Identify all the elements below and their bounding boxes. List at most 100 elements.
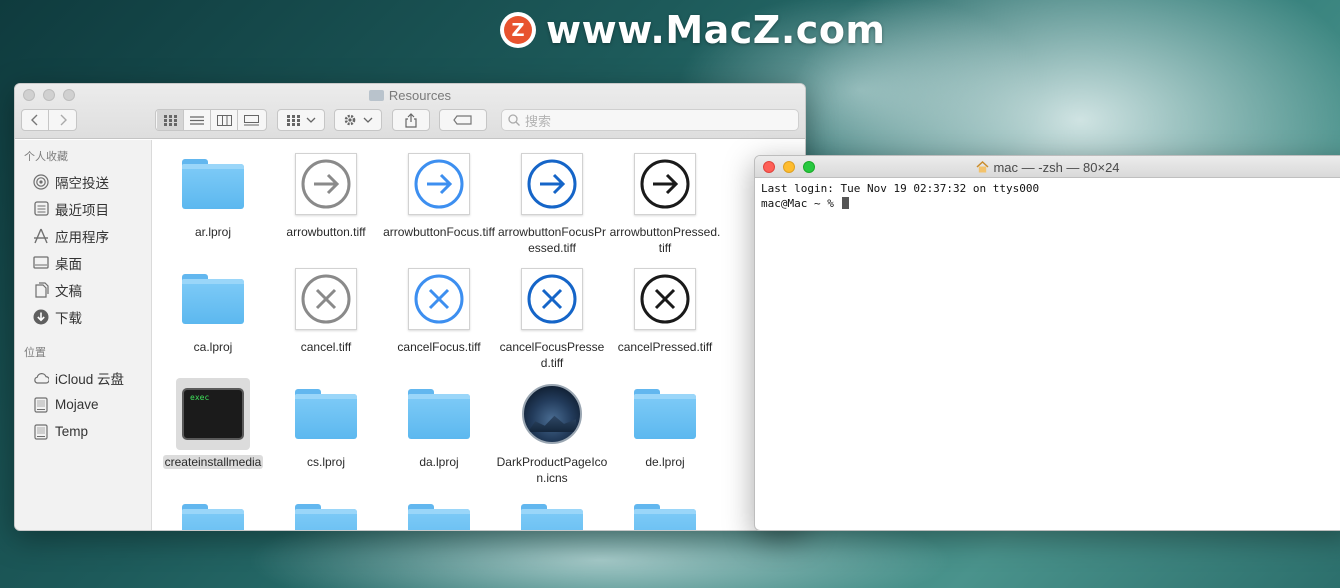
downloads-icon (33, 309, 49, 325)
tags-button[interactable] (439, 109, 487, 131)
sidebar-item-documents[interactable]: 文稿 (15, 276, 151, 303)
macos-mojave-icon (522, 384, 582, 444)
file-item[interactable]: arrowbuttonPressed.tiff (609, 148, 721, 256)
gallery-view-button[interactable] (238, 110, 265, 130)
sidebar-item-downloads[interactable]: 下载 (15, 303, 151, 330)
file-thumbnail (402, 148, 476, 220)
file-thumbnail: exec (176, 378, 250, 450)
folder-icon (368, 90, 384, 101)
sidebar-item-label: 下载 (55, 310, 82, 326)
sidebar-item-label: iCloud 云盘 (55, 371, 125, 387)
share-button[interactable] (392, 109, 430, 131)
file-item[interactable] (609, 493, 721, 530)
cancel-button-icon (408, 268, 470, 330)
file-thumbnail (289, 493, 363, 530)
finder-toolbar: Resources 搜索 (15, 84, 805, 139)
sidebar-item-label: 桌面 (55, 256, 82, 272)
chevron-left-icon (31, 114, 38, 126)
sidebar-item-temp[interactable]: Temp (15, 418, 151, 445)
icloud-icon (33, 370, 49, 386)
file-thumbnail (289, 263, 363, 335)
sidebar-item-icloud[interactable]: iCloud 云盘 (15, 364, 151, 391)
applications-icon (33, 228, 49, 244)
file-grid: ar.lproj arrowbutton.tiff arrowbuttonFocus… (153, 140, 805, 530)
file-name: arrowbuttonFocus.tiff (383, 225, 495, 239)
home-icon (976, 160, 989, 173)
arrow-button-icon (295, 153, 357, 215)
sidebar-item-label: 应用程序 (55, 229, 109, 245)
group-by-button[interactable] (277, 109, 325, 131)
terminal-prompt-line: mac@Mac ~ % (761, 196, 1340, 211)
file-thumbnail (515, 263, 589, 335)
column-view-button[interactable] (211, 110, 238, 130)
file-name: cancel.tiff (300, 340, 352, 354)
file-item[interactable]: DarkProductPageIcon.icns (496, 378, 608, 486)
favorites-header: 个人收藏 (24, 151, 68, 163)
sidebar-item-desktop[interactable]: 桌面 (15, 249, 151, 276)
file-item[interactable]: cs.lproj (270, 378, 382, 470)
file-item[interactable] (270, 493, 382, 530)
finder-sidebar: 个人收藏 隔空投送 最近项目 应用程序 桌面 文稿 下载 位置 iCloud 云… (15, 140, 152, 530)
sidebar-item-airdrop[interactable]: 隔空投送 (15, 168, 151, 195)
file-item[interactable]: cancel.tiff (270, 263, 382, 355)
file-item[interactable]: arrowbuttonFocus.tiff (383, 148, 495, 240)
folder-icon (408, 504, 470, 530)
exec-label: exec (190, 393, 210, 402)
file-item[interactable]: cancelPressed.tiff (609, 263, 721, 355)
file-item[interactable] (496, 493, 608, 530)
file-item[interactable]: cancelFocus.tiff (383, 263, 495, 355)
action-button[interactable] (334, 109, 382, 131)
sidebar-item-mojave[interactable]: Mojave (15, 391, 151, 418)
file-item[interactable]: de.lproj (609, 378, 721, 470)
watermark-text: www.MacZ.com (546, 8, 886, 52)
file-thumbnail (289, 378, 363, 450)
file-thumbnail (289, 148, 363, 220)
folder-icon (634, 504, 696, 530)
back-button[interactable] (22, 110, 49, 130)
file-item[interactable] (157, 493, 269, 530)
icon-view-icon (163, 114, 177, 126)
file-thumbnail (402, 263, 476, 335)
file-item[interactable]: da.lproj (383, 378, 495, 470)
view-mode-buttons (155, 109, 267, 131)
file-name: cs.lproj (306, 455, 345, 469)
file-item[interactable]: ar.lproj (157, 148, 269, 240)
file-name: de.lproj (645, 455, 685, 469)
window-title: Resources (15, 88, 805, 103)
gallery-view-icon (244, 114, 259, 125)
cancel-button-icon (295, 268, 357, 330)
terminal-output[interactable]: Last login: Tue Nov 19 02:37:32 on ttys0… (755, 178, 1340, 214)
file-name: da.lproj (419, 455, 459, 469)
file-item[interactable]: cancelFocusPressed.tiff (496, 263, 608, 371)
logo-letter: Z (504, 16, 532, 44)
file-thumbnail (628, 378, 702, 450)
macz-logo: Z (500, 12, 536, 48)
desktop-icon (33, 255, 49, 271)
arrow-button-icon (408, 153, 470, 215)
file-item[interactable]: exec createinstallmedia (157, 378, 269, 470)
window-title-text: Resources (388, 88, 452, 103)
file-name: createinstallmedia (162, 455, 264, 469)
folder-icon (182, 159, 244, 209)
tag-icon (453, 115, 472, 125)
forward-button[interactable] (49, 110, 76, 130)
sidebar-item-applications[interactable]: 应用程序 (15, 222, 151, 249)
icon-view-button[interactable] (157, 110, 184, 130)
file-item[interactable]: arrowbutton.tiff (270, 148, 382, 240)
file-thumbnail (628, 263, 702, 335)
terminal-title: mac — -zsh — 80×24 (755, 160, 1340, 175)
file-item[interactable] (383, 493, 495, 530)
executable-icon: exec (182, 388, 244, 440)
search-field[interactable]: 搜索 (501, 109, 799, 131)
list-view-button[interactable] (184, 110, 211, 130)
folder-icon (408, 389, 470, 439)
column-view-icon (216, 114, 232, 126)
file-item[interactable]: ca.lproj (157, 263, 269, 355)
file-item[interactable]: arrowbuttonFocusPressed.tiff (496, 148, 608, 256)
terminal-line: Last login: Tue Nov 19 02:37:32 on ttys0… (761, 182, 1040, 195)
arrow-button-icon (634, 153, 696, 215)
cancel-button-icon (521, 268, 583, 330)
sidebar-item-recents[interactable]: 最近项目 (15, 195, 151, 222)
file-name: cancelFocusPressed.tiff (499, 340, 605, 370)
file-name: ar.lproj (194, 225, 232, 239)
